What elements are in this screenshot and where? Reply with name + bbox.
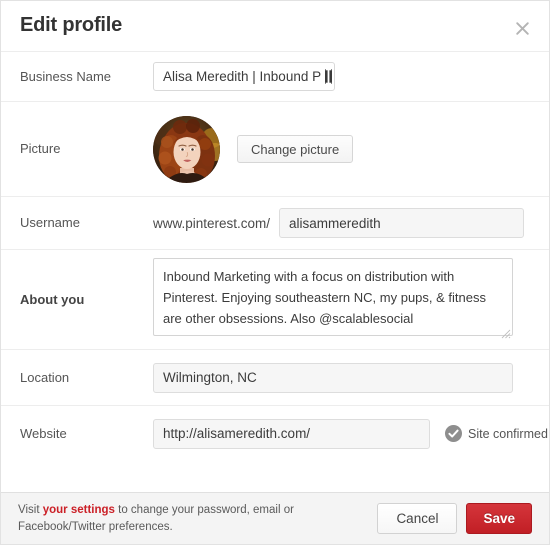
field-area-picture: Change picture <box>153 115 530 183</box>
username-url-prefix: www.pinterest.com/ <box>153 215 271 231</box>
check-circle-icon <box>445 425 462 442</box>
row-picture: Picture Change picture <box>1 102 549 197</box>
save-button[interactable]: Save <box>466 503 532 534</box>
row-business-name: Business Name <box>1 52 549 102</box>
field-area-location <box>153 362 530 393</box>
location-input[interactable] <box>153 362 513 393</box>
footer-note: Visit your settings to change your passw… <box>18 502 348 536</box>
field-area-about-you: Inbound Marketing with a focus on distri… <box>153 258 530 341</box>
about-you-textarea[interactable]: Inbound Marketing with a focus on distri… <box>153 258 513 336</box>
avatar[interactable] <box>153 115 220 183</box>
label-business-name: Business Name <box>20 68 112 84</box>
edit-profile-dialog: Edit profile Business Name Picture <box>0 0 550 545</box>
footer-note-prefix: Visit <box>18 503 43 516</box>
label-username: Username <box>20 215 80 230</box>
site-confirmed-label: Site confirmed <box>468 426 548 441</box>
change-picture-button[interactable]: Change picture <box>237 135 354 163</box>
website-input[interactable] <box>153 418 430 449</box>
status-badge: Site confirmed <box>445 425 548 442</box>
row-username: Username www.pinterest.com/ <box>1 197 549 250</box>
label-location: Location <box>20 369 70 385</box>
field-area-business-name <box>153 62 530 91</box>
label-website: Website <box>20 425 67 441</box>
your-settings-link[interactable]: your settings <box>43 504 115 516</box>
field-area-website: Site confirmed <box>153 418 548 449</box>
close-icon[interactable] <box>509 15 535 41</box>
row-about-you: About you Inbound Marketing with a focus… <box>1 250 549 350</box>
field-area-username: www.pinterest.com/ <box>153 208 530 238</box>
cancel-button[interactable]: Cancel <box>377 503 458 534</box>
footer-buttons: Cancel Save <box>377 503 532 534</box>
username-input[interactable] <box>279 208 525 238</box>
dialog-header: Edit profile <box>1 1 549 52</box>
page-title: Edit profile <box>20 14 123 36</box>
label-about-you: About you <box>20 291 85 307</box>
dialog-footer: Visit your settings to change your passw… <box>1 492 549 544</box>
row-location: Location <box>1 350 549 406</box>
business-name-input[interactable] <box>153 62 335 91</box>
label-picture: Picture <box>20 141 61 156</box>
row-website: Website Site confirmed <box>1 406 549 461</box>
